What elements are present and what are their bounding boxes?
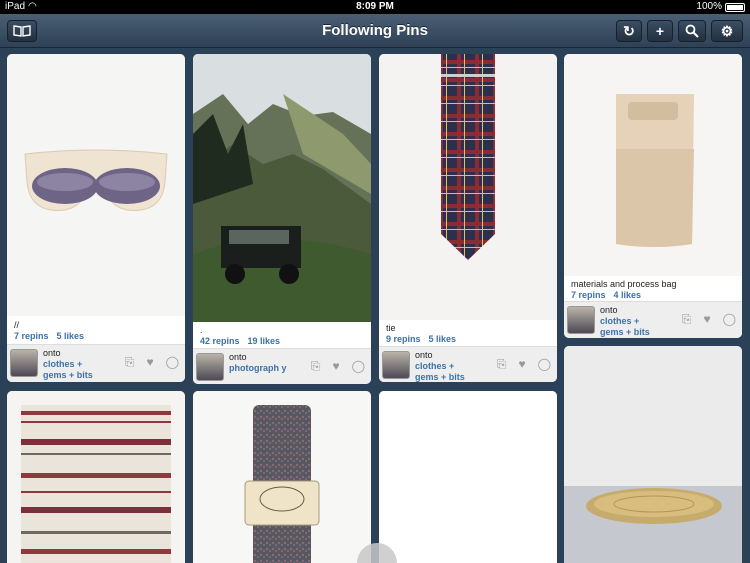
comment-icon[interactable]: ◯ xyxy=(166,355,179,370)
pin-caption: . xyxy=(200,325,203,335)
pin-stats: 42 repins 19 likes xyxy=(200,336,280,346)
battery-icon xyxy=(725,3,745,12)
likes-count[interactable]: 19 likes xyxy=(248,336,281,346)
pin-card[interactable]: // 7 repins 5 likes onto clothes + gems +… xyxy=(7,54,185,382)
pin-actions: ⎘ ♥ ◯ xyxy=(311,359,365,374)
pin-image xyxy=(379,391,557,563)
pin-card[interactable] xyxy=(7,391,185,563)
repins-count[interactable]: 7 repins xyxy=(571,290,606,300)
pin-caption: // xyxy=(14,320,20,330)
pin-stats: 7 repins 5 likes xyxy=(14,331,84,341)
repins-count[interactable]: 42 repins xyxy=(200,336,240,346)
pin-caption: tie xyxy=(386,323,396,333)
comment-icon[interactable]: ◯ xyxy=(538,357,551,372)
pin-footer: onto clothes + gems + bits ⎘ ♥ ◯ xyxy=(7,344,185,382)
pin-image xyxy=(7,54,185,316)
avatar[interactable] xyxy=(567,306,595,334)
pin-image xyxy=(564,346,742,563)
repin-icon[interactable]: ⎘ xyxy=(125,355,135,370)
avatar[interactable] xyxy=(196,353,224,381)
plus-icon[interactable]: + xyxy=(647,20,673,42)
board-link[interactable]: photograph y xyxy=(229,363,293,374)
search-icon[interactable] xyxy=(678,20,706,42)
clock: 8:09 PM xyxy=(356,1,394,12)
comment-icon[interactable]: ◯ xyxy=(723,312,736,327)
onto-label: onto xyxy=(415,350,433,360)
pin-image xyxy=(379,54,557,320)
nav-bar: Following Pins ↻ + ⚙ xyxy=(0,14,750,48)
pin-stats: 7 repins 4 likes xyxy=(571,290,641,300)
onto-label: onto xyxy=(229,352,247,362)
repins-count[interactable]: 7 repins xyxy=(14,331,49,341)
pin-image xyxy=(7,391,185,563)
board-link[interactable]: clothes + gems + bits xyxy=(600,316,664,338)
avatar[interactable] xyxy=(10,349,38,377)
likes-count[interactable]: 4 likes xyxy=(614,290,642,300)
pin-card[interactable]: . 42 repins 19 likes onto photograph y ⎘ … xyxy=(193,54,371,384)
comment-icon[interactable]: ◯ xyxy=(352,359,365,374)
pin-actions: ⎘ ♥ ◯ xyxy=(125,355,179,370)
pin-card[interactable] xyxy=(193,391,371,563)
pin-image xyxy=(193,391,371,563)
gear-icon[interactable]: ⚙ xyxy=(711,20,743,42)
pin-image xyxy=(564,54,742,276)
pin-card[interactable]: materials and process bag 7 repins 4 like… xyxy=(564,54,742,338)
pin-stats: 9 repins 5 likes xyxy=(386,334,456,344)
status-bar: iPad ◠ 8:09 PM 100% xyxy=(0,0,750,14)
heart-icon[interactable]: ♥ xyxy=(703,312,710,327)
battery-percent: 100% xyxy=(696,1,722,12)
repin-icon[interactable]: ⎘ xyxy=(497,357,507,372)
board-link[interactable]: clothes + gems + bits xyxy=(43,359,107,381)
repin-icon[interactable]: ⎘ xyxy=(311,359,321,374)
pin-image xyxy=(193,54,371,322)
pin-card[interactable] xyxy=(379,391,557,563)
pin-footer: onto clothes + gems + bits ⎘ ♥ ◯ xyxy=(564,301,742,338)
pin-card[interactable]: tie 9 repins 5 likes onto clothes + gems … xyxy=(379,54,557,382)
heart-icon[interactable]: ♥ xyxy=(332,359,339,374)
pin-grid: // 7 repins 5 likes onto clothes + gems +… xyxy=(0,49,750,563)
likes-count[interactable]: 5 likes xyxy=(429,334,457,344)
likes-count[interactable]: 5 likes xyxy=(57,331,85,341)
pin-actions: ⎘ ♥ ◯ xyxy=(497,357,551,372)
repin-icon[interactable]: ⎘ xyxy=(682,312,692,327)
board-link[interactable]: clothes + gems + bits xyxy=(415,361,479,382)
avatar[interactable] xyxy=(382,351,410,379)
pin-card[interactable] xyxy=(564,346,742,563)
refresh-icon[interactable]: ↻ xyxy=(616,20,642,42)
onto-label: onto xyxy=(600,305,618,315)
heart-icon[interactable]: ♥ xyxy=(146,355,153,370)
pin-caption: materials and process bag xyxy=(571,279,677,289)
onto-label: onto xyxy=(43,348,61,358)
pin-footer: onto clothes + gems + bits ⎘ ♥ ◯ xyxy=(379,346,557,382)
pin-footer: onto photograph y ⎘ ♥ ◯ xyxy=(193,348,371,384)
pin-actions: ⎘ ♥ ◯ xyxy=(682,312,736,327)
heart-icon[interactable]: ♥ xyxy=(518,357,525,372)
repins-count[interactable]: 9 repins xyxy=(386,334,421,344)
